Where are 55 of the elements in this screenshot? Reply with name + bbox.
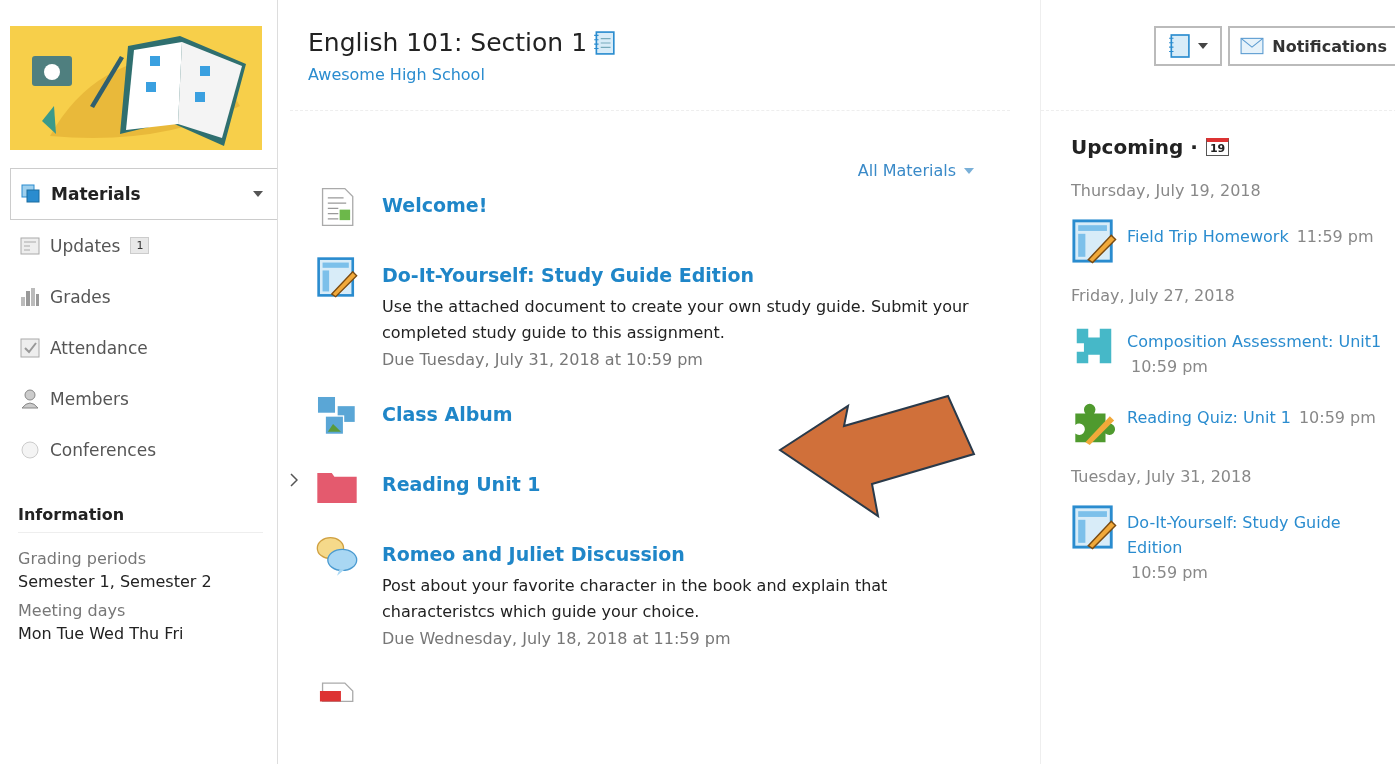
assignment-icon	[1071, 218, 1117, 264]
sidebar-nav-item[interactable]: Updates 1	[10, 220, 277, 271]
newspaper-icon	[20, 235, 40, 256]
due-time: 11:59 pm	[1296, 226, 1374, 248]
notebook-dropdown-button[interactable]	[1154, 26, 1223, 66]
sidebar-nav-item[interactable]: Attendance	[10, 322, 277, 373]
notebook-icon	[1168, 33, 1191, 59]
school-link[interactable]: Awesome High School	[308, 65, 485, 84]
materials-filter-dropdown[interactable]: All Materials	[857, 161, 974, 180]
chat-bubble-icon	[20, 439, 40, 460]
upcoming-heading: Upcoming ·	[1071, 135, 1198, 159]
field-value: Semester 1, Semester 2	[18, 572, 213, 591]
sidebar-nav-item[interactable]: Conferences	[10, 424, 277, 475]
sidebar-nav-item[interactable]: Materials	[10, 168, 277, 220]
material-title-link[interactable]: Do-It-Yourself: Study Guide Edition	[382, 254, 1002, 286]
material-description: Post about your favorite character in the book and explain that characteristcs which guide your choice.	[382, 575, 889, 623]
field-label: Grading periods	[18, 549, 148, 568]
upcoming-item-link[interactable]: Do-It-Yourself: Study Guide Edition	[1127, 510, 1395, 560]
material-title-link[interactable]: Class Album	[382, 393, 513, 425]
count-badge: 1	[130, 237, 150, 254]
upcoming-item-link[interactable]: Field Trip Homework	[1127, 224, 1289, 249]
date-heading: Thursday, July 19, 2018	[1071, 181, 1262, 200]
bar-chart-icon	[20, 286, 40, 307]
material-title-link[interactable]: Welcome!	[382, 184, 488, 216]
caret-icon	[253, 191, 263, 197]
material-description: Use the attached document to create your own study guide. Submit your completed study guide to this assignment.	[382, 296, 970, 344]
upcoming-item-link[interactable]: Reading Quiz: Unit 1	[1127, 405, 1291, 430]
notifications-button[interactable]: Notifications	[1228, 26, 1395, 66]
caret-icon	[1198, 43, 1209, 49]
materials-icon	[21, 184, 41, 204]
due-date: Due Tuesday, July 31, 2018 at 10:59 pm	[382, 350, 704, 369]
assignment-icon	[316, 254, 358, 300]
notebook-icon	[593, 30, 616, 55]
sidebar-nav-item[interactable]: Members	[10, 373, 277, 424]
material-title-link[interactable]: Reading Unit 1	[382, 463, 541, 495]
caret-icon	[964, 167, 974, 174]
checklist-icon	[20, 337, 40, 358]
sidebar-nav-item[interactable]: Grades	[10, 271, 277, 322]
date-heading: Tuesday, July 31, 2018	[1071, 467, 1253, 486]
assignment-icon	[1071, 504, 1117, 550]
person-icon	[20, 388, 40, 409]
due-time: 10:59 pm	[1131, 356, 1208, 378]
due-time: 10:59 pm	[1131, 562, 1208, 584]
envelope-icon	[1240, 37, 1265, 55]
chevron-icon[interactable]	[290, 473, 298, 487]
field-value: Mon Tue Wed Thu Fri	[18, 624, 185, 643]
section-heading: Information	[18, 505, 263, 533]
upcoming-item-link[interactable]: Composition Assessment: Unit1	[1127, 329, 1382, 354]
calendar-icon: 19	[1205, 138, 1230, 156]
due-date: Due Wednesday, July 18, 2018 at 11:59 pm	[382, 629, 732, 648]
date-heading: Friday, July 27, 2018	[1071, 286, 1236, 305]
material-title-link[interactable]: Romeo and Juliet Discussion	[382, 533, 1002, 565]
field-label: Meeting days	[18, 601, 127, 620]
due-time: 10:59 pm	[1298, 407, 1376, 429]
course-title: English 101: Section 1	[308, 28, 588, 57]
